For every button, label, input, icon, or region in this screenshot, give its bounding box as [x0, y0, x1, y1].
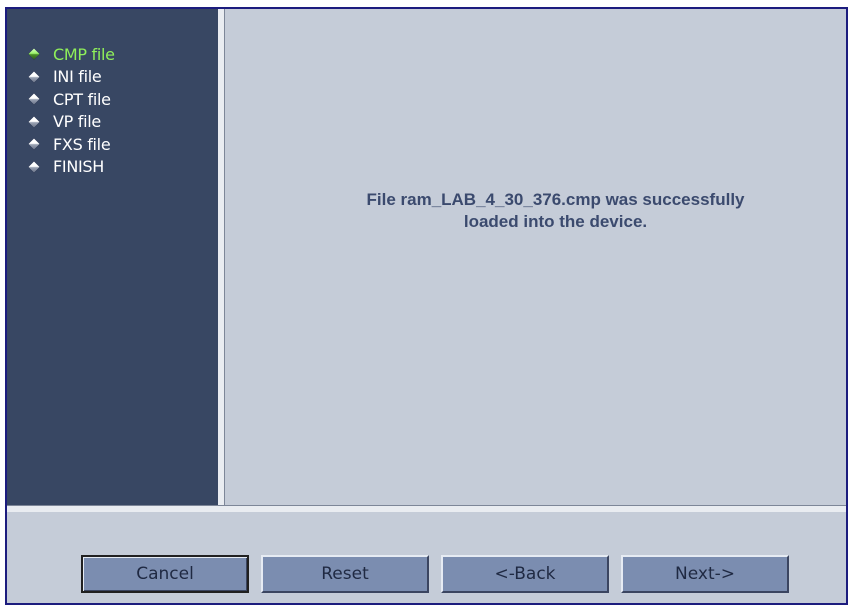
step-bullet-icon: [28, 71, 40, 83]
step-cmp-file[interactable]: CMP file: [28, 43, 115, 66]
wizard-steps-list: CMP file INI file CPT file VP file FXS f…: [28, 43, 115, 179]
back-button[interactable]: <-Back: [441, 555, 609, 593]
button-bar: Cancel Reset <-Back Next->: [7, 512, 846, 603]
step-label: CPT file: [53, 89, 111, 109]
step-label: CMP file: [53, 44, 115, 64]
step-finish[interactable]: FINISH: [28, 156, 115, 179]
status-message: File ram_LAB_4_30_376.cmp was successful…: [225, 189, 846, 233]
step-ini-file[interactable]: INI file: [28, 66, 115, 89]
step-bullet-icon: [28, 116, 40, 128]
horizontal-divider: [7, 505, 846, 512]
wizard-steps-sidebar: CMP file INI file CPT file VP file FXS f…: [7, 9, 218, 505]
status-message-line2: loaded into the device.: [463, 212, 648, 231]
step-bullet-icon: [28, 161, 40, 173]
step-vp-file[interactable]: VP file: [28, 111, 115, 134]
reset-button[interactable]: Reset: [261, 555, 429, 593]
step-cpt-file[interactable]: CPT file: [28, 88, 115, 111]
wizard-window: CMP file INI file CPT file VP file FXS f…: [5, 7, 848, 605]
step-label: FINISH: [53, 157, 104, 177]
step-label: FXS file: [53, 134, 111, 154]
step-bullet-icon: [28, 48, 40, 60]
main-content: File ram_LAB_4_30_376.cmp was successful…: [225, 9, 846, 505]
step-label: VP file: [53, 112, 101, 132]
status-message-line1: File ram_LAB_4_30_376.cmp was successful…: [366, 190, 745, 209]
cancel-button[interactable]: Cancel: [81, 555, 249, 593]
next-button[interactable]: Next->: [621, 555, 789, 593]
step-bullet-icon: [28, 138, 40, 150]
step-label: INI file: [53, 67, 102, 87]
step-fxs-file[interactable]: FXS file: [28, 133, 115, 156]
vertical-divider: [218, 9, 225, 505]
step-bullet-icon: [28, 93, 40, 105]
